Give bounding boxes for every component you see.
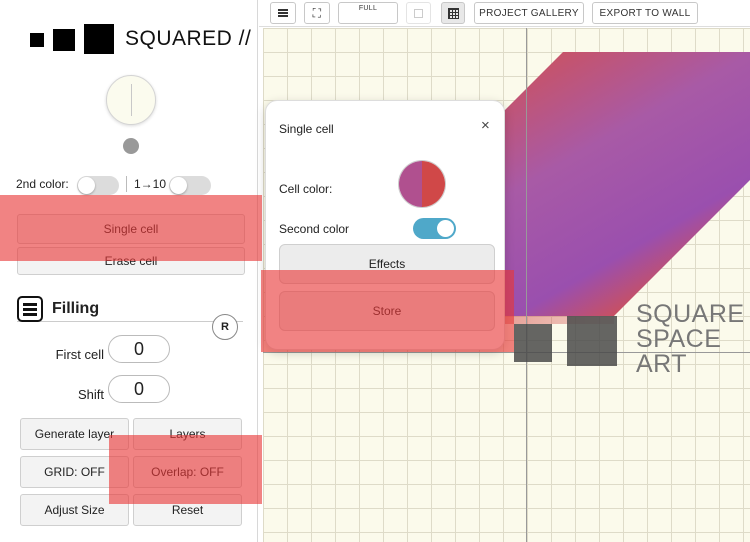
range-toggle-label: 1→10: [134, 177, 167, 191]
close-icon[interactable]: ×: [481, 117, 490, 134]
secondary-color-half: [422, 161, 445, 207]
effects-button[interactable]: Effects: [279, 244, 495, 284]
logo-square-medium: [53, 29, 75, 51]
layers-button[interactable]: Layers: [133, 418, 242, 450]
filling-section-header: Filling: [17, 296, 243, 322]
grid-view-button[interactable]: [441, 2, 465, 24]
top-toolbar: ⛶ FULL PROJECT GALLERY EXPORT TO WALL: [259, 0, 750, 27]
first-cell-label: First cell: [55, 347, 104, 362]
vertical-axis: [526, 28, 527, 542]
reset-button[interactable]: Reset: [133, 494, 242, 526]
toggle-row: 2nd color: 1→10: [16, 174, 256, 196]
grid-icon: [447, 7, 459, 19]
dark-square-large: [567, 316, 617, 366]
toggle-knob: [78, 177, 95, 194]
color-indicator-dot[interactable]: [123, 138, 139, 154]
logo-square-large: [84, 24, 114, 54]
shift-label: Shift: [77, 387, 104, 402]
app-title: SQUARED //: [125, 27, 252, 50]
erase-cell-button[interactable]: Erase cell: [17, 247, 245, 275]
art-caption-line: ART: [636, 350, 688, 378]
divider: [126, 176, 127, 192]
dark-square-medium: [514, 324, 552, 362]
reset-filling-badge[interactable]: R: [212, 314, 238, 340]
toggle-knob: [170, 177, 187, 194]
color-picker-knob[interactable]: [106, 75, 156, 125]
range-toggle[interactable]: [169, 176, 211, 195]
filling-title: Filling: [52, 300, 100, 317]
overlap-toggle-button[interactable]: Overlap: OFF: [133, 456, 242, 488]
single-cell-popup: Single cell × Cell color: Second color E…: [265, 100, 505, 350]
generate-layer-button[interactable]: Generate layer: [20, 418, 129, 450]
cell-color-swatch[interactable]: [398, 160, 446, 208]
menu-icon: [278, 9, 288, 17]
single-cell-button[interactable]: Single cell: [17, 214, 245, 244]
fullscreen-icon: ⛶: [312, 5, 322, 20]
fullscreen-button[interactable]: ⛶: [304, 2, 330, 24]
grid-toggle-button[interactable]: GRID: OFF: [20, 456, 129, 488]
logo-square-small: [30, 33, 44, 47]
first-cell-input[interactable]: 0: [108, 335, 170, 363]
adjust-size-button[interactable]: Adjust Size: [20, 494, 129, 526]
shift-input[interactable]: 0: [108, 375, 170, 403]
art-caption-line: SPACE: [636, 325, 722, 353]
second-color-label: Second color: [279, 222, 350, 236]
split-view-button[interactable]: [406, 2, 431, 24]
full-button[interactable]: FULL: [338, 2, 398, 24]
menu-icon[interactable]: [17, 296, 43, 322]
toggle-knob: [437, 220, 454, 237]
cell-color-label: Cell color:: [279, 182, 333, 196]
second-color-toggle[interactable]: [77, 176, 119, 195]
popup-title: Single cell: [279, 122, 334, 136]
export-to-wall-button[interactable]: EXPORT TO WALL: [592, 2, 698, 24]
primary-color-half: [399, 161, 422, 207]
app-logo: SQUARED //: [30, 24, 260, 54]
art-caption-line: SQUARE: [636, 300, 745, 328]
art-caption: SQUARE SPACE ART: [636, 302, 745, 377]
project-gallery-button[interactable]: PROJECT GALLERY: [474, 2, 584, 24]
split-view-icon: [414, 8, 423, 18]
second-color-switch[interactable]: [413, 218, 456, 239]
second-color-toggle-label: 2nd color:: [16, 177, 69, 191]
store-button[interactable]: Store: [279, 291, 495, 331]
sidebar: SQUARED // 2nd color: 1→10 Single cell E…: [0, 0, 258, 542]
menu-button[interactable]: [270, 2, 296, 24]
